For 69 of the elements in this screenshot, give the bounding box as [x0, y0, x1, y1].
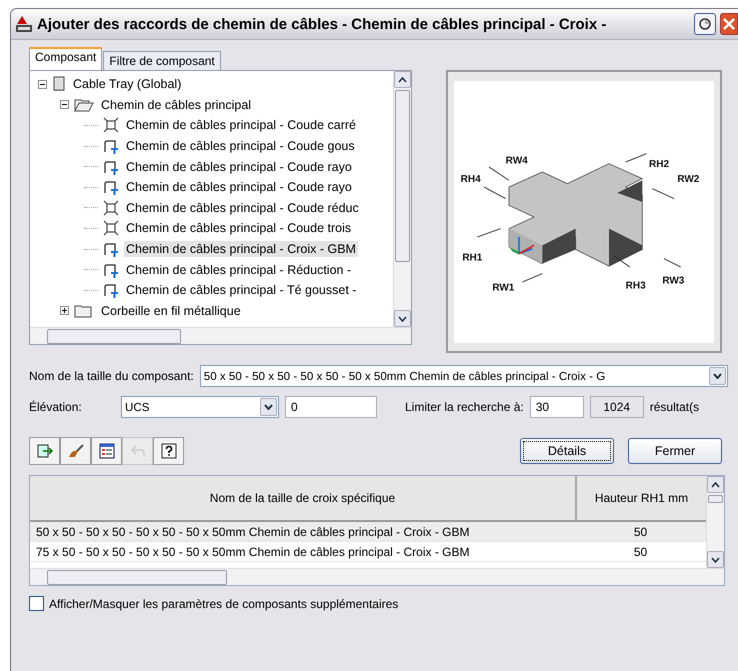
tree-item[interactable]: Chemin de câbles principal - Coude rayo	[124, 158, 354, 175]
table-cell-text: 75 x 50 - 50 x 50 - 50 x 50 - 50 x 50mm Chemin de câbles principal - Croix - GBM	[35, 544, 471, 558]
vertical-scrollbar[interactable]	[393, 71, 412, 327]
folder-icon	[74, 304, 94, 318]
tree-item[interactable]: Chemin de câbles principal	[99, 96, 254, 113]
tree-item[interactable]: Chemin de câbles principal - Coude trois	[124, 220, 354, 236]
table-cell-text: 50	[632, 544, 648, 558]
book-icon	[52, 76, 66, 92]
scroll-thumb[interactable]	[47, 328, 182, 344]
part-icon	[103, 282, 119, 298]
limit-field[interactable]: 30	[530, 396, 584, 418]
tree-item[interactable]: Chemin de câbles principal - Croix - GBM	[124, 241, 358, 258]
brush-tool-button[interactable]	[60, 437, 91, 465]
tree-item[interactable]: Chemin de câbles principal - Coude réduc	[124, 200, 361, 216]
size-name-label: Nom de la taille du composant:	[29, 369, 194, 383]
help-tool-button[interactable]	[153, 437, 184, 465]
brush-icon	[68, 443, 84, 459]
tree-item[interactable]: Corbeille en fil métallique	[99, 302, 243, 319]
scroll-thumb[interactable]	[708, 495, 723, 503]
export-tool-button[interactable]	[29, 437, 60, 465]
vertical-scrollbar[interactable]	[706, 476, 724, 568]
checkbox-label: Afficher/Masquer les paramètres de composants supplémentaires	[49, 596, 398, 610]
expander-icon[interactable]	[38, 80, 47, 89]
size-name-dropdown[interactable]: 50 x 50 - 50 x 50 - 50 x 50 - 50 x 50mm Chemin de câbles principal - Croix - G	[200, 365, 728, 387]
close-button[interactable]	[720, 13, 738, 35]
app-logo-icon	[15, 15, 33, 33]
table-cell-text: 50 x 50 - 50 x 50 - 50 x 50 - 50 x 50mm Chemin de câbles principal - Croix - GBM	[35, 524, 471, 538]
checkbox[interactable]	[29, 596, 44, 611]
expander-icon[interactable]	[60, 100, 69, 110]
tab[interactable]: Composant	[29, 47, 102, 70]
dialog-button[interactable]: Détails	[520, 438, 614, 464]
tree-item[interactable]: Chemin de câbles principal - Réduction -	[124, 262, 354, 278]
fitting-icon	[103, 220, 119, 236]
elevation-label: Élévation:	[29, 400, 83, 414]
table-row[interactable]: 50 x 50 - 50 x 50 - 50 x 50 - 50 x 50mm Chemin de câbles principal - Croix - GBM 50	[30, 522, 706, 542]
result-count-field: 1024	[590, 396, 644, 418]
part-icon	[103, 179, 119, 196]
fitting-icon	[103, 200, 119, 216]
open-folder-icon	[74, 98, 94, 112]
table-cell-text: 50	[632, 524, 648, 538]
part-icon	[103, 138, 119, 154]
scroll-thumb[interactable]	[395, 90, 410, 262]
list-icon	[98, 443, 114, 459]
tree-item[interactable]: Chemin de câbles principal - Coude gous	[124, 138, 357, 154]
tree-item[interactable]: Chemin de câbles principal - Té gousset -	[124, 282, 358, 298]
elevation-field[interactable]: 0	[285, 396, 377, 418]
part-icon	[103, 158, 119, 175]
window-title: Ajouter des raccords de chemin de câbles - Chemin de câbles principal - Croix -	[37, 16, 608, 32]
part-icon	[103, 241, 119, 258]
list-tool-button[interactable]	[91, 437, 122, 465]
tree-item[interactable]: Chemin de câbles principal - Coude carré	[124, 117, 358, 134]
horizontal-scrollbar[interactable]	[30, 568, 724, 585]
tree-item[interactable]: Chemin de câbles principal - Coude rayo	[124, 179, 354, 196]
elevation-dropdown[interactable]: UCS	[121, 396, 279, 418]
column-header[interactable]: Nom de la taille de croix spécifique	[30, 476, 575, 520]
expander-icon[interactable]	[60, 306, 69, 316]
cross-fitting-drawing: RH4 RW4 RH2 RW2 RH1 RW1 RH3 RW3	[459, 104, 710, 318]
horizontal-scrollbar[interactable]	[30, 327, 412, 344]
table-row[interactable]: 75 x 50 - 50 x 50 - 50 x 50 - 50 x 50mm Chemin de câbles principal - Croix - GBM 50	[30, 542, 706, 562]
fitting-icon	[103, 117, 119, 134]
limit-label: Limiter la recherche à:	[405, 400, 524, 414]
results-label: résultat(s	[650, 400, 700, 414]
export-icon	[36, 443, 52, 459]
tab[interactable]: Filtre de composant	[103, 51, 221, 70]
undo-arrow-icon	[130, 443, 146, 459]
part-icon	[103, 262, 119, 278]
tree-item[interactable]: Cable Tray (Global)	[71, 76, 184, 92]
scroll-thumb[interactable]	[47, 570, 228, 584]
dialog-button[interactable]: Fermer	[628, 438, 722, 464]
